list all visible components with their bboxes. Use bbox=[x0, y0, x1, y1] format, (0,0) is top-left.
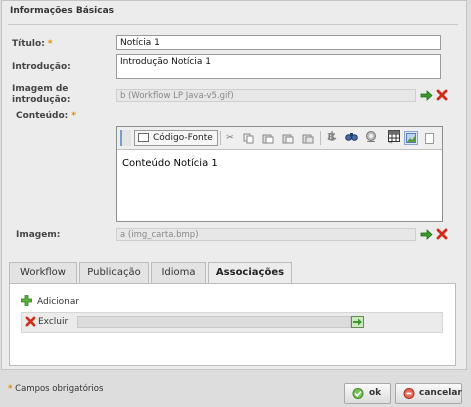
toolbar-collapse-handle[interactable] bbox=[120, 130, 131, 146]
source-code-button[interactable]: Código-Fonte bbox=[134, 130, 218, 146]
tab-idioma[interactable]: Idioma bbox=[151, 262, 206, 283]
titulo-input[interactable]: Notícia 1 bbox=[116, 35, 441, 50]
paste-word-icon[interactable] bbox=[301, 131, 315, 145]
toolbar-separator bbox=[220, 131, 221, 145]
introducao-input[interactable]: Introdução Notícia 1 bbox=[116, 54, 441, 79]
add-association-button[interactable]: Adicionar bbox=[37, 297, 79, 307]
cut-icon[interactable]: ✂ bbox=[223, 131, 237, 145]
titulo-label: Título: * bbox=[12, 39, 53, 50]
delete-x-icon[interactable] bbox=[25, 316, 36, 327]
required-note: * Campos obrigatórios bbox=[8, 384, 103, 394]
plus-icon[interactable] bbox=[21, 295, 32, 306]
required-note-text: Campos obrigatórios bbox=[15, 384, 104, 394]
conteudo-label-text: Conteúdo: bbox=[16, 111, 69, 121]
paste-icon[interactable] bbox=[261, 131, 275, 145]
imagem-label: Imagem: bbox=[16, 230, 61, 240]
conteudo-label: Conteúdo: * bbox=[16, 111, 76, 122]
tab-associacoes[interactable]: Associações bbox=[208, 262, 292, 284]
required-marker: * bbox=[47, 39, 53, 49]
select-association-icon[interactable] bbox=[351, 316, 364, 328]
association-row: Excluir bbox=[21, 312, 443, 333]
tab-workflow[interactable]: Workflow bbox=[9, 262, 77, 283]
section-title: Informações Básicas bbox=[10, 6, 114, 16]
cancel-label: cancelar bbox=[419, 388, 462, 398]
checkmark-icon bbox=[352, 388, 364, 399]
cancel-button[interactable]: cancelar bbox=[395, 383, 462, 404]
copy-icon[interactable] bbox=[241, 131, 255, 145]
required-marker: * bbox=[8, 384, 13, 394]
associations-panel: Adicionar Excluir bbox=[9, 283, 456, 366]
tabs-area: Workflow Publicação Idioma Associações A… bbox=[9, 262, 456, 366]
imagem-introducao-label-line1: Imagem de bbox=[12, 84, 69, 94]
delete-association-button[interactable]: Excluir bbox=[38, 317, 68, 327]
paste-text-icon[interactable] bbox=[281, 131, 295, 145]
select-arrow-icon[interactable] bbox=[420, 229, 433, 240]
source-icon bbox=[138, 133, 149, 142]
ok-label: ok bbox=[369, 388, 382, 398]
anchor-icon[interactable] bbox=[326, 130, 340, 144]
required-marker: * bbox=[71, 111, 76, 121]
select-arrow-icon[interactable] bbox=[420, 90, 433, 101]
source-code-label: Código-Fonte bbox=[153, 133, 213, 143]
clear-x-icon[interactable] bbox=[436, 228, 448, 240]
imagem-introducao-field: b (Workflow LP Java-v5.gif) bbox=[116, 89, 416, 102]
imagem-field: a (img_carta.bmp) bbox=[116, 228, 416, 241]
find-icon[interactable] bbox=[345, 130, 359, 144]
introducao-label: Introdução: bbox=[12, 62, 71, 72]
clear-x-icon[interactable] bbox=[436, 89, 448, 101]
tab-publicacao[interactable]: Publicação bbox=[79, 262, 149, 283]
image-icon[interactable] bbox=[404, 131, 418, 145]
toolbar-separator bbox=[320, 131, 321, 145]
association-field bbox=[77, 316, 351, 328]
titulo-label-text: Título: bbox=[12, 39, 45, 49]
table-icon[interactable] bbox=[388, 130, 402, 144]
replace-icon[interactable] bbox=[365, 130, 379, 144]
editor-content[interactable]: Conteúdo Notícia 1 bbox=[122, 158, 218, 169]
page-icon[interactable] bbox=[422, 131, 436, 145]
imagem-introducao-label: Imagem de introdução: bbox=[12, 84, 70, 106]
section-divider bbox=[8, 24, 458, 25]
ok-button[interactable]: ok bbox=[344, 383, 391, 404]
cancel-icon bbox=[403, 388, 415, 399]
imagem-introducao-label-line2: introdução: bbox=[12, 95, 71, 105]
